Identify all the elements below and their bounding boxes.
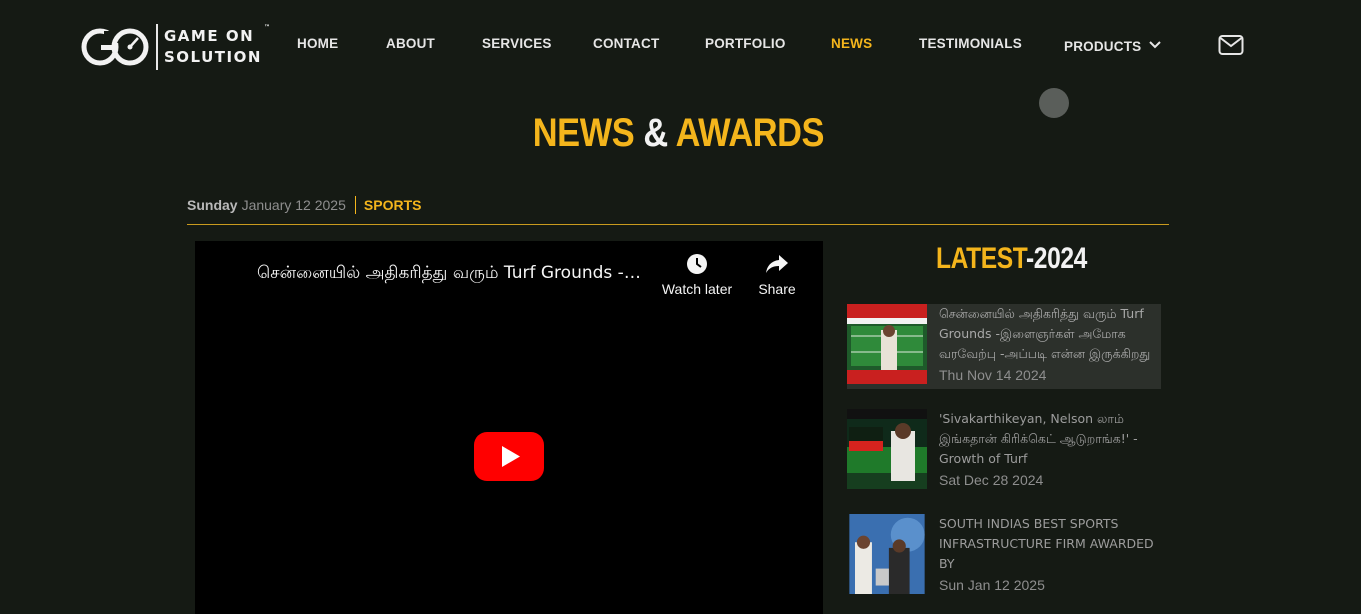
play-button-icon[interactable] — [474, 432, 544, 481]
chevron-down-icon — [1149, 41, 1162, 49]
latest-heading-word: LATEST — [936, 242, 1027, 275]
nav-news[interactable]: NEWS — [831, 36, 872, 51]
nav-products[interactable]: PRODUCTS — [1064, 36, 1162, 55]
news-date: Thu Nov 14 2024 — [939, 367, 1047, 383]
news-thumbnail — [847, 409, 927, 489]
news-title[interactable]: 'Sivakarthikeyan, Nelson லாம் இங்கதான் க… — [939, 409, 1161, 471]
nav-testimonials[interactable]: TESTIMONIALS — [919, 36, 1022, 51]
article-day: Sunday — [187, 197, 238, 213]
logo-word-solution: SOLUTION — [164, 48, 262, 66]
nav-services[interactable]: SERVICES — [482, 36, 552, 51]
share-label: Share — [758, 281, 796, 297]
video-embed[interactable]: சென்னையில் அதிகரித்து வரும் Turf Grounds… — [195, 241, 823, 614]
news-title[interactable]: சென்னையில் அதிகரித்து வரும் Turf Grounds… — [939, 304, 1161, 366]
nav-contact[interactable]: CONTACT — [593, 36, 659, 51]
title-awards: AWARDS — [675, 111, 825, 155]
watch-later-button[interactable]: Watch later — [657, 253, 737, 297]
news-item[interactable]: 'Sivakarthikeyan, Nelson லாம் இங்கதான் க… — [847, 409, 1161, 494]
nav-about[interactable]: ABOUT — [386, 36, 435, 51]
title-news: NEWS — [532, 111, 635, 155]
meta-separator — [354, 196, 356, 214]
envelope-icon[interactable] — [1218, 34, 1244, 56]
nav-portfolio[interactable]: PORTFOLIO — [705, 36, 786, 51]
clock-icon — [687, 254, 707, 274]
page-title: NEWS & AWARDS — [95, 108, 1262, 158]
share-arrow-icon — [766, 255, 788, 273]
trademark-mark: ™ — [264, 24, 270, 31]
nav-products-label[interactable]: PRODUCTS — [1064, 39, 1141, 54]
site-header: GAME ON SOLUTION ™ HOME ABOUT SERVICES C… — [0, 0, 1361, 90]
logo-word-game-on: GAME ON — [164, 27, 255, 45]
go-logo-icon — [81, 28, 149, 66]
site-logo[interactable]: GAME ON SOLUTION ™ — [80, 24, 272, 71]
news-item[interactable]: SOUTH INDIAS BEST SPORTS INFRASTRUCTURE … — [847, 514, 1161, 599]
news-date: Sat Dec 28 2024 — [939, 472, 1044, 488]
latest-heading-year: -2024 — [1026, 242, 1087, 275]
latest-heading: LATEST-2024 — [936, 240, 1087, 278]
logo-divider — [156, 24, 158, 70]
meta-divider — [187, 224, 1169, 225]
article-date: January 12 2025 — [241, 197, 346, 213]
watch-later-label: Watch later — [661, 281, 733, 297]
news-thumbnail — [849, 514, 925, 594]
news-item[interactable]: சென்னையில் அதிகரித்து வரும் Turf Grounds… — [847, 304, 1161, 389]
title-ampersand: & — [643, 111, 668, 155]
article-category[interactable]: SPORTS — [364, 197, 422, 213]
share-button[interactable]: Share — [737, 253, 817, 297]
news-date: Sun Jan 12 2025 — [939, 577, 1045, 593]
nav-home[interactable]: HOME — [297, 36, 338, 51]
news-thumbnail — [847, 304, 927, 384]
news-title[interactable]: SOUTH INDIAS BEST SPORTS INFRASTRUCTURE … — [939, 514, 1161, 576]
video-title[interactable]: சென்னையில் அதிகரித்து வரும் Turf Grounds… — [257, 263, 657, 285]
article-meta: Sunday January 12 2025 SPORTS — [187, 196, 421, 214]
